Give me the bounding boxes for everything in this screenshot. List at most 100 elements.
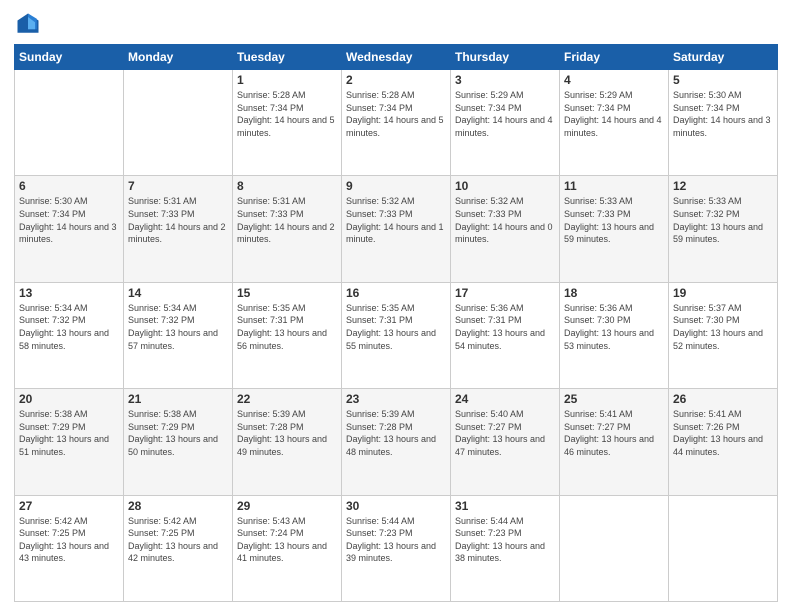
calendar-cell: 19 Sunrise: 5:37 AM Sunset: 7:30 PM Dayli… xyxy=(669,282,778,388)
calendar-week-3: 13 Sunrise: 5:34 AM Sunset: 7:32 PM Dayli… xyxy=(15,282,778,388)
day-info: Sunrise: 5:34 AM Sunset: 7:32 PM Dayligh… xyxy=(128,302,228,352)
day-info: Sunrise: 5:31 AM Sunset: 7:33 PM Dayligh… xyxy=(237,195,337,245)
calendar-cell: 9 Sunrise: 5:32 AM Sunset: 7:33 PM Daylig… xyxy=(342,176,451,282)
day-number: 8 xyxy=(237,179,337,193)
weekday-header-sunday: Sunday xyxy=(15,45,124,70)
day-info: Sunrise: 5:34 AM Sunset: 7:32 PM Dayligh… xyxy=(19,302,119,352)
calendar-cell: 23Sunrise: 5:39 AM Sunset: 7:28 PM Dayli… xyxy=(342,389,451,495)
calendar-table: SundayMondayTuesdayWednesdayThursdayFrid… xyxy=(14,44,778,602)
day-info: Sunrise: 5:40 AM Sunset: 7:27 PM Dayligh… xyxy=(455,408,555,458)
calendar-body: 1 Sunrise: 5:28 AM Sunset: 7:34 PM Daylig… xyxy=(15,70,778,602)
day-info: Sunrise: 5:28 AM Sunset: 7:34 PM Dayligh… xyxy=(346,89,446,139)
day-number: 5 xyxy=(673,73,773,87)
day-info: Sunrise: 5:42 AM Sunset: 7:25 PM Dayligh… xyxy=(19,515,119,565)
weekday-header-tuesday: Tuesday xyxy=(233,45,342,70)
day-number: 25 xyxy=(564,392,664,406)
calendar-cell: 11 Sunrise: 5:33 AM Sunset: 7:33 PM Dayli… xyxy=(560,176,669,282)
day-number: 20 xyxy=(19,392,119,406)
day-info: Sunrise: 5:35 AM Sunset: 7:31 PM Dayligh… xyxy=(237,302,337,352)
calendar-cell: 15 Sunrise: 5:35 AM Sunset: 7:31 PM Dayli… xyxy=(233,282,342,388)
calendar-cell: 20 Sunrise: 5:38 AM Sunset: 7:29 PM Dayli… xyxy=(15,389,124,495)
day-number: 6 xyxy=(19,179,119,193)
logo xyxy=(14,10,46,38)
calendar-cell xyxy=(124,70,233,176)
day-info: Sunrise: 5:28 AM Sunset: 7:34 PM Dayligh… xyxy=(237,89,337,139)
day-number: 18 xyxy=(564,286,664,300)
calendar-cell: 30Sunrise: 5:44 AM Sunset: 7:23 PM Dayli… xyxy=(342,495,451,601)
calendar-cell: 1 Sunrise: 5:28 AM Sunset: 7:34 PM Daylig… xyxy=(233,70,342,176)
day-number: 31 xyxy=(455,499,555,513)
calendar-cell: 5 Sunrise: 5:30 AM Sunset: 7:34 PM Daylig… xyxy=(669,70,778,176)
calendar-cell: 6Sunrise: 5:30 AM Sunset: 7:34 PM Daylig… xyxy=(15,176,124,282)
page: SundayMondayTuesdayWednesdayThursdayFrid… xyxy=(0,0,792,612)
calendar-cell: 4 Sunrise: 5:29 AM Sunset: 7:34 PM Daylig… xyxy=(560,70,669,176)
day-number: 1 xyxy=(237,73,337,87)
day-info: Sunrise: 5:38 AM Sunset: 7:29 PM Dayligh… xyxy=(128,408,228,458)
day-info: Sunrise: 5:44 AM Sunset: 7:23 PM Dayligh… xyxy=(455,515,555,565)
weekday-header-friday: Friday xyxy=(560,45,669,70)
day-info: Sunrise: 5:33 AM Sunset: 7:32 PM Dayligh… xyxy=(673,195,773,245)
day-number: 3 xyxy=(455,73,555,87)
calendar-cell: 21 Sunrise: 5:38 AM Sunset: 7:29 PM Dayli… xyxy=(124,389,233,495)
calendar-cell: 2 Sunrise: 5:28 AM Sunset: 7:34 PM Daylig… xyxy=(342,70,451,176)
day-number: 9 xyxy=(346,179,446,193)
calendar-cell: 7Sunrise: 5:31 AM Sunset: 7:33 PM Daylig… xyxy=(124,176,233,282)
weekday-header-saturday: Saturday xyxy=(669,45,778,70)
header xyxy=(14,10,778,38)
calendar-cell: 24 Sunrise: 5:40 AM Sunset: 7:27 PM Dayli… xyxy=(451,389,560,495)
day-number: 2 xyxy=(346,73,446,87)
day-number: 15 xyxy=(237,286,337,300)
calendar-cell: 16Sunrise: 5:35 AM Sunset: 7:31 PM Dayli… xyxy=(342,282,451,388)
calendar-week-2: 6Sunrise: 5:30 AM Sunset: 7:34 PM Daylig… xyxy=(15,176,778,282)
calendar-header: SundayMondayTuesdayWednesdayThursdayFrid… xyxy=(15,45,778,70)
calendar-week-5: 27 Sunrise: 5:42 AM Sunset: 7:25 PM Dayli… xyxy=(15,495,778,601)
day-info: Sunrise: 5:38 AM Sunset: 7:29 PM Dayligh… xyxy=(19,408,119,458)
calendar-cell: 13 Sunrise: 5:34 AM Sunset: 7:32 PM Dayli… xyxy=(15,282,124,388)
day-number: 7 xyxy=(128,179,228,193)
day-number: 13 xyxy=(19,286,119,300)
calendar-cell xyxy=(560,495,669,601)
day-info: Sunrise: 5:41 AM Sunset: 7:26 PM Dayligh… xyxy=(673,408,773,458)
weekday-header-wednesday: Wednesday xyxy=(342,45,451,70)
day-info: Sunrise: 5:30 AM Sunset: 7:34 PM Dayligh… xyxy=(673,89,773,139)
day-info: Sunrise: 5:32 AM Sunset: 7:33 PM Dayligh… xyxy=(346,195,446,245)
calendar-cell: 22Sunrise: 5:39 AM Sunset: 7:28 PM Dayli… xyxy=(233,389,342,495)
calendar-cell: 29Sunrise: 5:43 AM Sunset: 7:24 PM Dayli… xyxy=(233,495,342,601)
calendar-cell xyxy=(15,70,124,176)
calendar-cell: 10Sunrise: 5:32 AM Sunset: 7:33 PM Dayli… xyxy=(451,176,560,282)
day-number: 17 xyxy=(455,286,555,300)
day-number: 12 xyxy=(673,179,773,193)
calendar-week-4: 20 Sunrise: 5:38 AM Sunset: 7:29 PM Dayli… xyxy=(15,389,778,495)
calendar-cell xyxy=(669,495,778,601)
calendar-cell: 3 Sunrise: 5:29 AM Sunset: 7:34 PM Daylig… xyxy=(451,70,560,176)
calendar-cell: 25Sunrise: 5:41 AM Sunset: 7:27 PM Dayli… xyxy=(560,389,669,495)
day-info: Sunrise: 5:37 AM Sunset: 7:30 PM Dayligh… xyxy=(673,302,773,352)
day-number: 28 xyxy=(128,499,228,513)
weekday-row: SundayMondayTuesdayWednesdayThursdayFrid… xyxy=(15,45,778,70)
day-number: 22 xyxy=(237,392,337,406)
day-number: 24 xyxy=(455,392,555,406)
calendar-cell: 18Sunrise: 5:36 AM Sunset: 7:30 PM Dayli… xyxy=(560,282,669,388)
day-info: Sunrise: 5:44 AM Sunset: 7:23 PM Dayligh… xyxy=(346,515,446,565)
day-info: Sunrise: 5:33 AM Sunset: 7:33 PM Dayligh… xyxy=(564,195,664,245)
calendar-cell: 12 Sunrise: 5:33 AM Sunset: 7:32 PM Dayli… xyxy=(669,176,778,282)
calendar-week-1: 1 Sunrise: 5:28 AM Sunset: 7:34 PM Daylig… xyxy=(15,70,778,176)
calendar-cell: 14Sunrise: 5:34 AM Sunset: 7:32 PM Dayli… xyxy=(124,282,233,388)
calendar-cell: 27 Sunrise: 5:42 AM Sunset: 7:25 PM Dayli… xyxy=(15,495,124,601)
day-number: 19 xyxy=(673,286,773,300)
day-number: 21 xyxy=(128,392,228,406)
day-number: 4 xyxy=(564,73,664,87)
weekday-header-thursday: Thursday xyxy=(451,45,560,70)
day-number: 10 xyxy=(455,179,555,193)
day-info: Sunrise: 5:39 AM Sunset: 7:28 PM Dayligh… xyxy=(346,408,446,458)
day-info: Sunrise: 5:36 AM Sunset: 7:31 PM Dayligh… xyxy=(455,302,555,352)
day-number: 29 xyxy=(237,499,337,513)
day-info: Sunrise: 5:29 AM Sunset: 7:34 PM Dayligh… xyxy=(564,89,664,139)
generalblue-logo-icon xyxy=(14,10,42,38)
calendar-cell: 31 Sunrise: 5:44 AM Sunset: 7:23 PM Dayli… xyxy=(451,495,560,601)
calendar-cell: 8 Sunrise: 5:31 AM Sunset: 7:33 PM Daylig… xyxy=(233,176,342,282)
day-number: 11 xyxy=(564,179,664,193)
day-number: 27 xyxy=(19,499,119,513)
day-info: Sunrise: 5:42 AM Sunset: 7:25 PM Dayligh… xyxy=(128,515,228,565)
day-info: Sunrise: 5:29 AM Sunset: 7:34 PM Dayligh… xyxy=(455,89,555,139)
